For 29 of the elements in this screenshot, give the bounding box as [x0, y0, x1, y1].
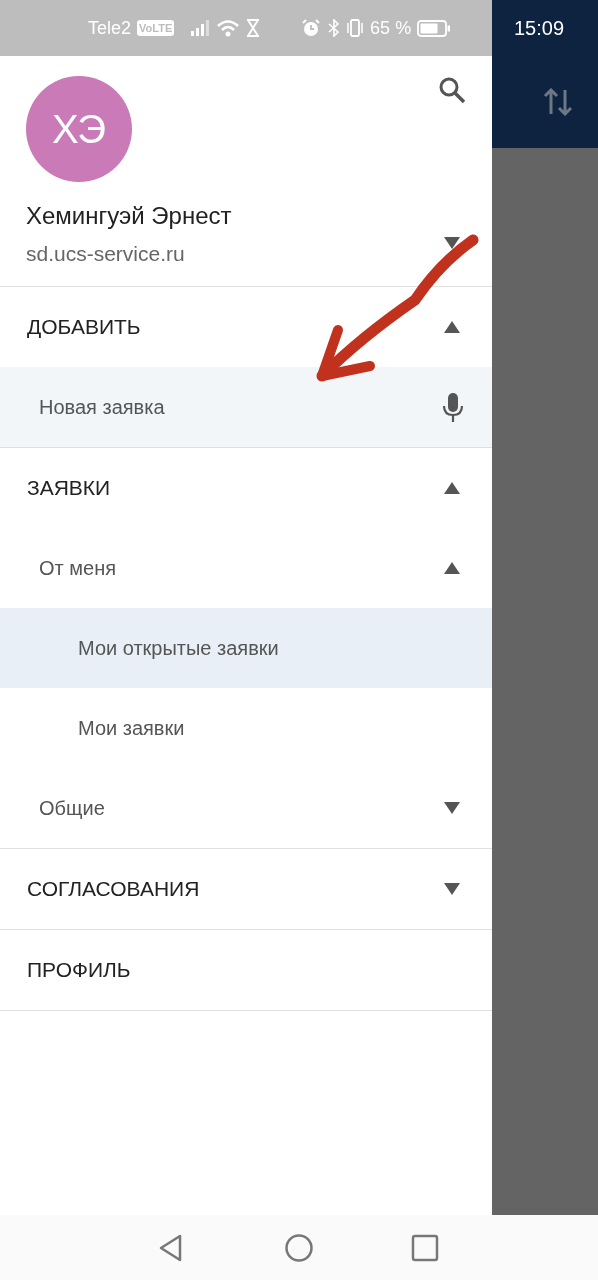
signal-icon — [190, 20, 211, 36]
user-avatar: ХЭ — [26, 76, 132, 182]
recents-icon[interactable] — [410, 1232, 440, 1263]
hourglass-icon — [246, 19, 261, 37]
menu-section[interactable]: СОГЛАСОВАНИЯ — [0, 849, 492, 929]
new-request-item[interactable]: Новая заявка — [0, 367, 492, 447]
menu-section[interactable]: ПРОФИЛЬ — [0, 930, 492, 1010]
bluetooth-icon — [327, 19, 341, 37]
search-icon[interactable] — [438, 76, 466, 104]
menu-section[interactable]: ДОБАВИТЬ — [0, 287, 492, 367]
menu-section[interactable]: ЗАЯВКИ — [0, 448, 492, 528]
vibrate-icon — [346, 19, 365, 37]
server-address: sd.ucs-service.ru — [26, 242, 185, 266]
clock-time: 15:09 — [514, 16, 565, 40]
caret-down-icon[interactable] — [443, 236, 461, 250]
menu-group[interactable]: Общие — [0, 768, 492, 848]
user-name: Хемингуэй Эрнест — [26, 202, 233, 230]
battery-icon — [417, 19, 452, 37]
menu-item[interactable]: Мои заявки — [0, 688, 492, 768]
alarm-icon — [301, 18, 322, 38]
battery-percent: 65 % — [370, 17, 412, 39]
volte-badge: VoLTE — [137, 20, 175, 36]
wifi-icon — [216, 19, 241, 37]
menu-group[interactable]: От меня — [0, 528, 492, 608]
carrier-name: Tele2 — [88, 17, 132, 39]
menu-item[interactable]: Мои открытые заявки — [0, 608, 492, 688]
home-icon[interactable] — [284, 1232, 314, 1263]
sort-icon[interactable] — [543, 88, 573, 116]
microphone-icon[interactable] — [441, 391, 465, 423]
